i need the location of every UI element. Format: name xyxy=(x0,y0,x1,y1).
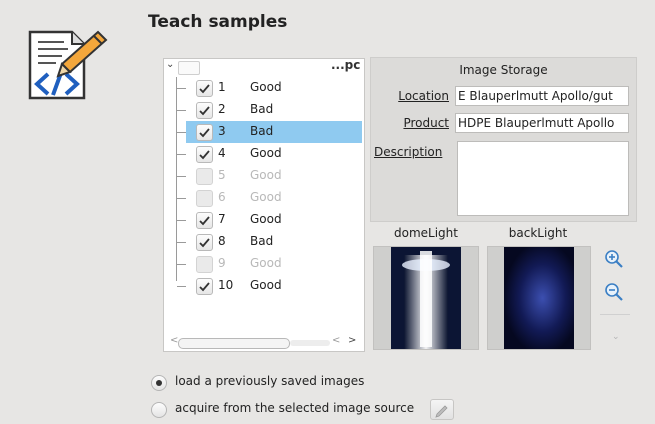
checkmark-icon xyxy=(199,238,210,248)
tree-branch-tick xyxy=(177,286,186,287)
load-saved-label[interactable]: load a previously saved images xyxy=(175,374,364,388)
column-header-label: ...pc xyxy=(331,58,361,72)
sample-checkbox[interactable] xyxy=(196,256,213,273)
tree-branch-tick xyxy=(177,88,186,89)
load-saved-radio[interactable] xyxy=(151,375,167,391)
checkmark-icon xyxy=(199,128,210,138)
sample-number: 9 xyxy=(218,256,226,270)
sample-row[interactable]: 4 Good xyxy=(164,143,364,165)
sample-checkbox[interactable] xyxy=(196,190,213,207)
product-label-text: Product xyxy=(403,116,449,130)
sample-label: Good xyxy=(250,146,282,160)
header-checkbox[interactable] xyxy=(178,61,200,75)
zoom-out-icon[interactable] xyxy=(604,282,624,302)
image-storage-title: Image Storage xyxy=(459,63,548,77)
sample-row[interactable]: 6 Good xyxy=(164,187,364,209)
sample-label: Good xyxy=(250,278,282,292)
dome-light-image xyxy=(391,247,461,349)
sample-checkbox[interactable] xyxy=(196,234,213,251)
location-label: Location xyxy=(371,89,449,103)
tree-branch-tick xyxy=(177,198,186,199)
sample-label: Good xyxy=(250,190,282,204)
sample-number: 10 xyxy=(218,278,234,292)
sample-number: 7 xyxy=(218,212,226,226)
sample-row[interactable]: 3 Bad xyxy=(164,121,364,143)
back-light-frame[interactable] xyxy=(487,246,591,350)
sample-row[interactable]: 9 Good xyxy=(164,253,364,275)
samples-list[interactable]: ⌄ ...pc 1 Good 2 Bad 3 Bad 4 Good 5 Good 6 Good 7 Goo… xyxy=(163,58,365,352)
tree-branch-tick xyxy=(177,264,186,265)
sample-label: Bad xyxy=(250,124,274,138)
sample-label: Good xyxy=(250,80,282,94)
sample-checkbox[interactable] xyxy=(196,168,213,185)
sample-label: Bad xyxy=(250,102,274,116)
sample-row[interactable]: 10 Good xyxy=(164,275,364,297)
sample-checkbox[interactable] xyxy=(196,278,213,295)
sample-label: Good xyxy=(250,256,282,270)
dome-light-frame[interactable] xyxy=(373,246,479,350)
sample-row[interactable]: 5 Good xyxy=(164,165,364,187)
checkmark-icon xyxy=(199,282,210,292)
load-saved-text: load a previously saved images xyxy=(175,374,365,388)
acquire-source-label[interactable]: acquire from the selected image source xyxy=(175,401,414,415)
acquire-source-text: acquire from the selected image source xyxy=(175,401,415,415)
sample-row[interactable]: 1 Good xyxy=(164,77,364,99)
tree-branch-tick xyxy=(177,154,186,155)
image-storage-panel: Image Storage Location E Blauperlmutt Ap… xyxy=(370,57,637,222)
samples-list-header[interactable]: ⌄ ...pc xyxy=(164,58,364,77)
location-field[interactable]: E Blauperlmutt Apollo/gut xyxy=(455,86,629,106)
sample-number: 3 xyxy=(218,124,226,138)
sample-row[interactable]: 2 Bad xyxy=(164,99,364,121)
sample-checkbox[interactable] xyxy=(196,102,213,119)
description-label-text: Description xyxy=(374,145,443,159)
horizontal-scrollbar[interactable]: < < > xyxy=(164,335,364,350)
scroll-left-arrow-icon[interactable]: < xyxy=(332,335,340,346)
sample-number: 4 xyxy=(218,146,226,160)
sample-number: 1 xyxy=(218,80,226,94)
acquire-source-radio[interactable] xyxy=(151,402,167,418)
sample-row[interactable]: 7 Good xyxy=(164,209,364,231)
description-label: Description xyxy=(374,145,442,159)
scroll-right-arrow-icon[interactable]: > xyxy=(348,335,356,346)
tree-branch-tick xyxy=(177,110,186,111)
back-light-image xyxy=(504,247,574,349)
zoom-in-icon[interactable] xyxy=(604,249,624,269)
sample-checkbox[interactable] xyxy=(196,212,213,229)
sample-number: 5 xyxy=(218,168,226,182)
scrollbar-thumb[interactable] xyxy=(178,338,290,349)
pencil-icon xyxy=(435,405,448,418)
sample-label: Good xyxy=(250,168,282,182)
radio-selected-dot xyxy=(156,380,162,386)
sample-number: 6 xyxy=(218,190,226,204)
zoom-separator xyxy=(600,314,630,315)
edit-source-button[interactable] xyxy=(430,399,454,420)
code-editor-icon xyxy=(28,30,108,100)
back-light-label: backLight xyxy=(508,226,568,240)
dome-light-label: domeLight xyxy=(394,226,458,240)
checkmark-icon xyxy=(199,150,210,160)
dialog-title: Teach samples xyxy=(148,12,288,32)
checkmark-icon xyxy=(199,216,210,226)
checkmark-icon xyxy=(199,84,210,94)
sample-checkbox[interactable] xyxy=(196,80,213,97)
sample-checkbox[interactable] xyxy=(196,124,213,141)
sample-checkbox[interactable] xyxy=(196,146,213,163)
chevron-down-icon[interactable]: ⌄ xyxy=(166,59,174,70)
sample-label: Bad xyxy=(250,234,274,248)
scrollbar-track[interactable] xyxy=(290,340,330,346)
tree-branch-tick xyxy=(177,242,186,243)
sample-row[interactable]: 8 Bad xyxy=(164,231,364,253)
product-field[interactable]: HDPE Blauperlmutt Apollo xyxy=(455,113,629,133)
sample-number: 2 xyxy=(218,102,226,116)
tree-branch-tick xyxy=(177,220,186,221)
description-textarea[interactable] xyxy=(457,141,629,216)
checkmark-icon xyxy=(199,106,210,116)
location-label-text: Location xyxy=(398,89,449,103)
tree-branch-tick xyxy=(177,176,186,177)
sample-number: 8 xyxy=(218,234,226,248)
tree-branch-tick xyxy=(177,132,186,133)
sample-label: Good xyxy=(250,212,282,226)
chevron-down-icon[interactable]: ⌄ xyxy=(612,332,620,342)
product-label: Product xyxy=(371,116,449,130)
